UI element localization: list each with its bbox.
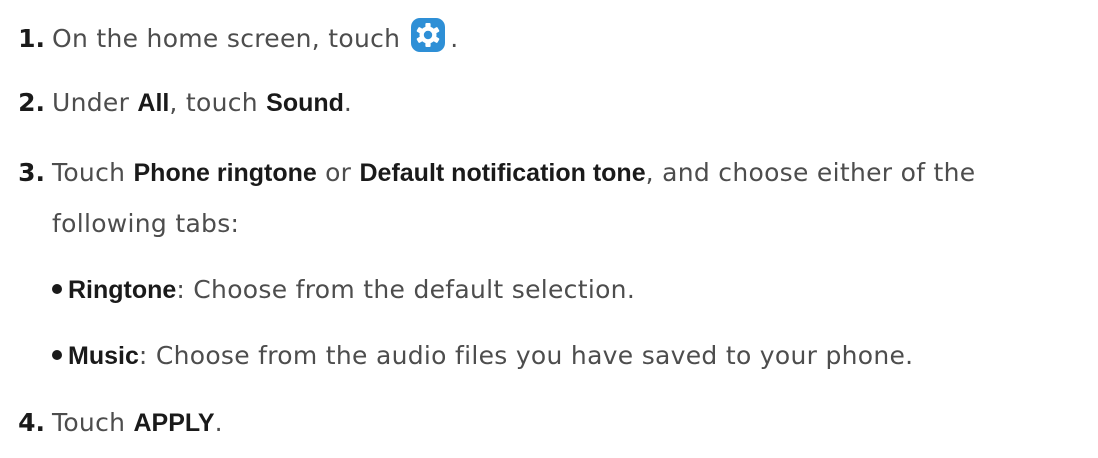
option-music: Music: Choose from the audio files you h… <box>52 339 913 373</box>
step-text: following tabs: <box>52 209 240 238</box>
step-suffix: . <box>343 88 353 117</box>
step-4: 4. Touch APPLY. <box>0 406 223 440</box>
option-label: Ringtone <box>68 276 177 304</box>
option-label: Music <box>68 342 139 370</box>
step-number: 2. <box>18 88 45 117</box>
menu-term-phone-ringtone: Phone ringtone <box>133 159 317 187</box>
step-text: On the home screen, touch <box>52 24 401 53</box>
step-number: 1. <box>18 24 45 53</box>
option-ringtone: Ringtone: Choose from the default select… <box>52 273 635 307</box>
step-1: 1. On the home screen, touch . <box>0 17 459 56</box>
option-text: : Choose from the audio files you have s… <box>138 341 914 370</box>
menu-term-sound: Sound <box>266 89 344 117</box>
bullet-icon <box>52 284 62 294</box>
step-number: 3. <box>18 158 45 187</box>
step-3: 3. Touch Phone ringtone or Default notifi… <box>0 156 975 190</box>
menu-term-all: All <box>137 89 170 117</box>
menu-term-apply: APPLY <box>133 409 215 437</box>
bullet-icon <box>52 350 62 360</box>
step-text: , touch <box>169 88 267 117</box>
step-text: or <box>316 158 360 187</box>
step-text: Touch <box>52 158 134 187</box>
step-text: Touch <box>52 408 134 437</box>
option-text: : Choose from the default selection. <box>176 275 636 304</box>
settings-gear-icon <box>410 17 446 53</box>
step-suffix: . <box>214 408 223 437</box>
step-3-continuation: following tabs: <box>52 207 239 241</box>
step-2: 2. Under All, touch Sound. <box>0 86 352 120</box>
step-text: Under <box>52 88 138 117</box>
instruction-document: 1. On the home screen, touch . 2. Under … <box>0 0 1098 458</box>
step-number: 4. <box>18 408 45 437</box>
menu-term-default-notification-tone: Default notification tone <box>359 159 646 187</box>
step-suffix: . <box>450 24 459 53</box>
step-text: , and choose either of the <box>645 158 976 187</box>
